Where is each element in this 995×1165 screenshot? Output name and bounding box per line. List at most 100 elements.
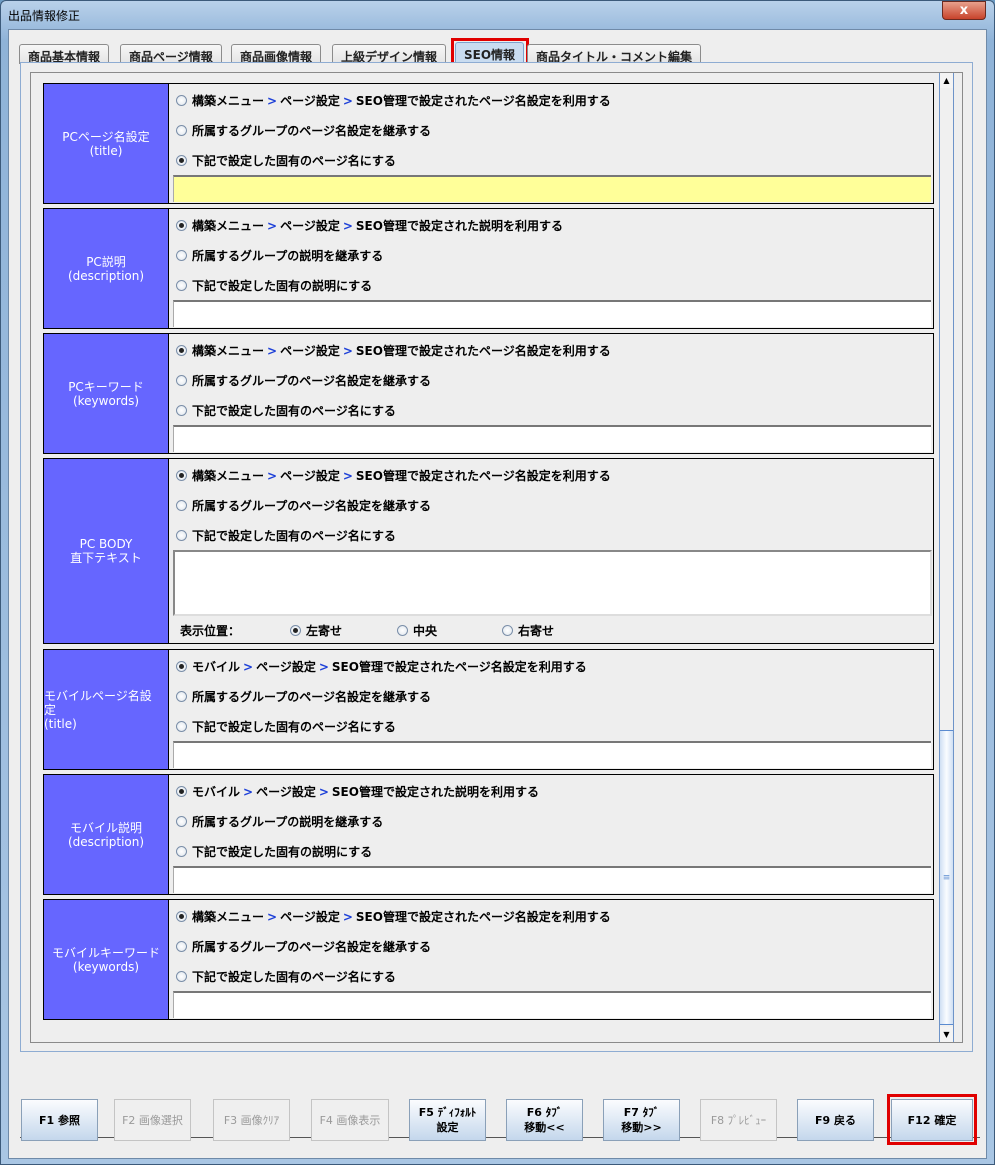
function-key-button-7[interactable]: F7 ﾀﾌﾞ 移動>> (603, 1099, 680, 1141)
radio-option[interactable]: 下記で設定した固有の説明にする (176, 843, 372, 860)
text-input[interactable] (173, 991, 931, 1018)
radio-option[interactable]: 下記で設定した固有のページ名にする (176, 152, 396, 169)
radio-button[interactable] (176, 155, 187, 166)
section-label: PC BODY 直下テキスト (44, 459, 169, 643)
radio-option[interactable]: 下記で設定した固有のページ名にする (176, 527, 396, 544)
option-text: ページ設定 (280, 469, 340, 483)
radio-option[interactable]: 所属するグループのページ名設定を継承する (176, 497, 431, 514)
label-line2: (keywords) (72, 393, 140, 408)
radio-option[interactable]: 下記で設定した固有の説明にする (176, 277, 372, 294)
section-label-text: PCキーワード (keywords) (68, 380, 144, 408)
radio-option[interactable]: 所属するグループのページ名設定を継承する (176, 372, 431, 389)
tab-0[interactable]: 商品基本情報 (19, 44, 110, 64)
radio-button[interactable] (176, 721, 187, 732)
radio-button[interactable] (176, 530, 187, 541)
radio-option[interactable]: 構築メニュー > ページ設定 > SEO管理で設定されたページ名設定を利用する (176, 92, 611, 109)
radio-option[interactable]: モバイル > ページ設定 > SEO管理で設定された説明を利用する (176, 783, 539, 800)
option-text: 構築メニュー (192, 219, 265, 233)
text-input[interactable] (173, 425, 931, 452)
section-label: PCページ名設定 (title) (44, 84, 169, 203)
radio-option[interactable]: 所属するグループの説明を継承する (176, 247, 383, 264)
radio-option[interactable]: 構築メニュー > ページ設定 > SEO管理で設定されたページ名設定を利用する (176, 467, 611, 484)
radio-button[interactable] (176, 405, 187, 416)
option-text: 下記で設定した固有のページ名にする (192, 529, 396, 543)
section-label-text: モバイルキーワード (keywords) (52, 946, 160, 974)
radio-option[interactable]: 下記で設定した固有のページ名にする (176, 968, 396, 985)
function-key-button-3[interactable]: F3 画像ｸﾘｱ (213, 1099, 290, 1141)
function-key-button-2[interactable]: F2 画像選択 (114, 1099, 191, 1141)
option-text: 所属するグループのページ名設定を継承する (192, 499, 432, 513)
close-button[interactable]: x (942, 1, 986, 20)
radio-option[interactable]: 構築メニュー > ページ設定 > SEO管理で設定された説明を利用する (176, 217, 563, 234)
radio-option[interactable]: 所属するグループのページ名設定を継承する (176, 688, 431, 705)
scrollbar-thumb[interactable]: ≡ (940, 730, 953, 1025)
text-input[interactable] (173, 300, 931, 327)
radio-button[interactable] (176, 125, 187, 136)
body-text-area[interactable] (173, 550, 932, 616)
radio-button[interactable] (176, 250, 187, 261)
function-key-button-6[interactable]: F6 ﾀﾌﾞ 移動<< (506, 1099, 583, 1141)
radio-button[interactable] (176, 786, 187, 797)
radio-button[interactable] (176, 846, 187, 857)
separator-icon: > (342, 909, 353, 924)
scroll-up-icon[interactable]: ▲ (940, 73, 953, 88)
radio-option[interactable]: 構築メニュー > ページ設定 > SEO管理で設定されたページ名設定を利用する (176, 908, 611, 925)
radio-button[interactable] (290, 625, 302, 636)
option-text: ページ設定 (280, 219, 340, 233)
scroll-down-icon[interactable]: ▼ (940, 1027, 953, 1042)
separator-icon: > (267, 218, 278, 233)
radio-button[interactable] (502, 625, 514, 636)
radio-button[interactable] (176, 345, 187, 356)
tab-5[interactable]: 商品タイトル・コメント編集 (527, 44, 702, 64)
position-option[interactable]: 左寄せ (290, 622, 342, 639)
radio-button[interactable] (397, 625, 409, 636)
radio-button[interactable] (176, 661, 187, 672)
function-key-button-9[interactable]: F9 戻る (797, 1099, 874, 1141)
section-label-text: モバイル説明 (description) (68, 821, 144, 849)
text-input[interactable] (173, 741, 931, 768)
position-text: 右寄せ (518, 624, 555, 638)
label-line2: (description) (67, 268, 145, 283)
position-option[interactable]: 右寄せ (502, 622, 554, 639)
radio-button[interactable] (176, 816, 187, 827)
separator-icon: > (243, 784, 254, 799)
function-key-button-8[interactable]: F8 ﾌﾟﾚﾋﾞｭｰ (700, 1099, 777, 1141)
function-key-button-1[interactable]: F1 参照 (21, 1099, 98, 1141)
radio-button[interactable] (176, 500, 187, 511)
radio-button[interactable] (176, 971, 187, 982)
position-option[interactable]: 中央 (397, 622, 437, 639)
radio-option[interactable]: 所属するグループのページ名設定を継承する (176, 122, 431, 139)
function-key-button-5[interactable]: F5 ﾃﾞｨﾌｫﾙﾄ 設定 (409, 1099, 486, 1141)
radio-button[interactable] (176, 95, 187, 106)
radio-option[interactable]: 所属するグループの説明を継承する (176, 813, 383, 830)
label-line1: モバイル説明 (69, 820, 142, 835)
radio-button[interactable] (176, 375, 187, 386)
radio-button[interactable] (176, 911, 187, 922)
tab-panel: ▲ ≡ ▼ PCページ名設定 (title) 構築メニュー > ページ設定 > SEO管理で… (20, 62, 973, 1052)
radio-button[interactable] (176, 691, 187, 702)
text-input[interactable] (173, 175, 931, 202)
function-key-button-4[interactable]: F4 画像表示 (311, 1099, 389, 1141)
tab-2[interactable]: 商品画像情報 (231, 44, 322, 64)
radio-option[interactable]: 構築メニュー > ページ設定 > SEO管理で設定されたページ名設定を利用する (176, 342, 611, 359)
option-text: SEO管理で設定されたページ名設定を利用する (355, 910, 611, 924)
radio-button[interactable] (176, 470, 187, 481)
radio-option[interactable]: 下記で設定した固有のページ名にする (176, 718, 396, 735)
option-text: モバイル (192, 785, 241, 799)
text-input[interactable] (173, 866, 931, 893)
radio-button[interactable] (176, 280, 187, 291)
label-line2: (title) (44, 716, 77, 731)
radio-option[interactable]: 下記で設定した固有のページ名にする (176, 402, 396, 419)
seo-section: PC BODY 直下テキスト 構築メニュー > ページ設定 > SEO管理で設定されたページ… (43, 458, 934, 644)
radio-option[interactable]: モバイル > ページ設定 > SEO管理で設定されたページ名設定を利用する (176, 658, 587, 675)
radio-button[interactable] (176, 941, 187, 952)
tab-3[interactable]: 上級デザイン情報 (332, 44, 447, 64)
label-line1: モバイルキーワード (51, 945, 160, 960)
radio-option[interactable]: 所属するグループのページ名設定を継承する (176, 938, 431, 955)
option-text: SEO管理で設定されたページ名設定を利用する (355, 344, 611, 358)
separator-icon: > (342, 218, 353, 233)
vertical-scrollbar[interactable]: ▲ ≡ ▼ (939, 73, 954, 1042)
option-text: 所属するグループのページ名設定を継承する (192, 124, 432, 138)
tab-1[interactable]: 商品ページ情報 (120, 44, 222, 64)
radio-button[interactable] (176, 220, 187, 231)
